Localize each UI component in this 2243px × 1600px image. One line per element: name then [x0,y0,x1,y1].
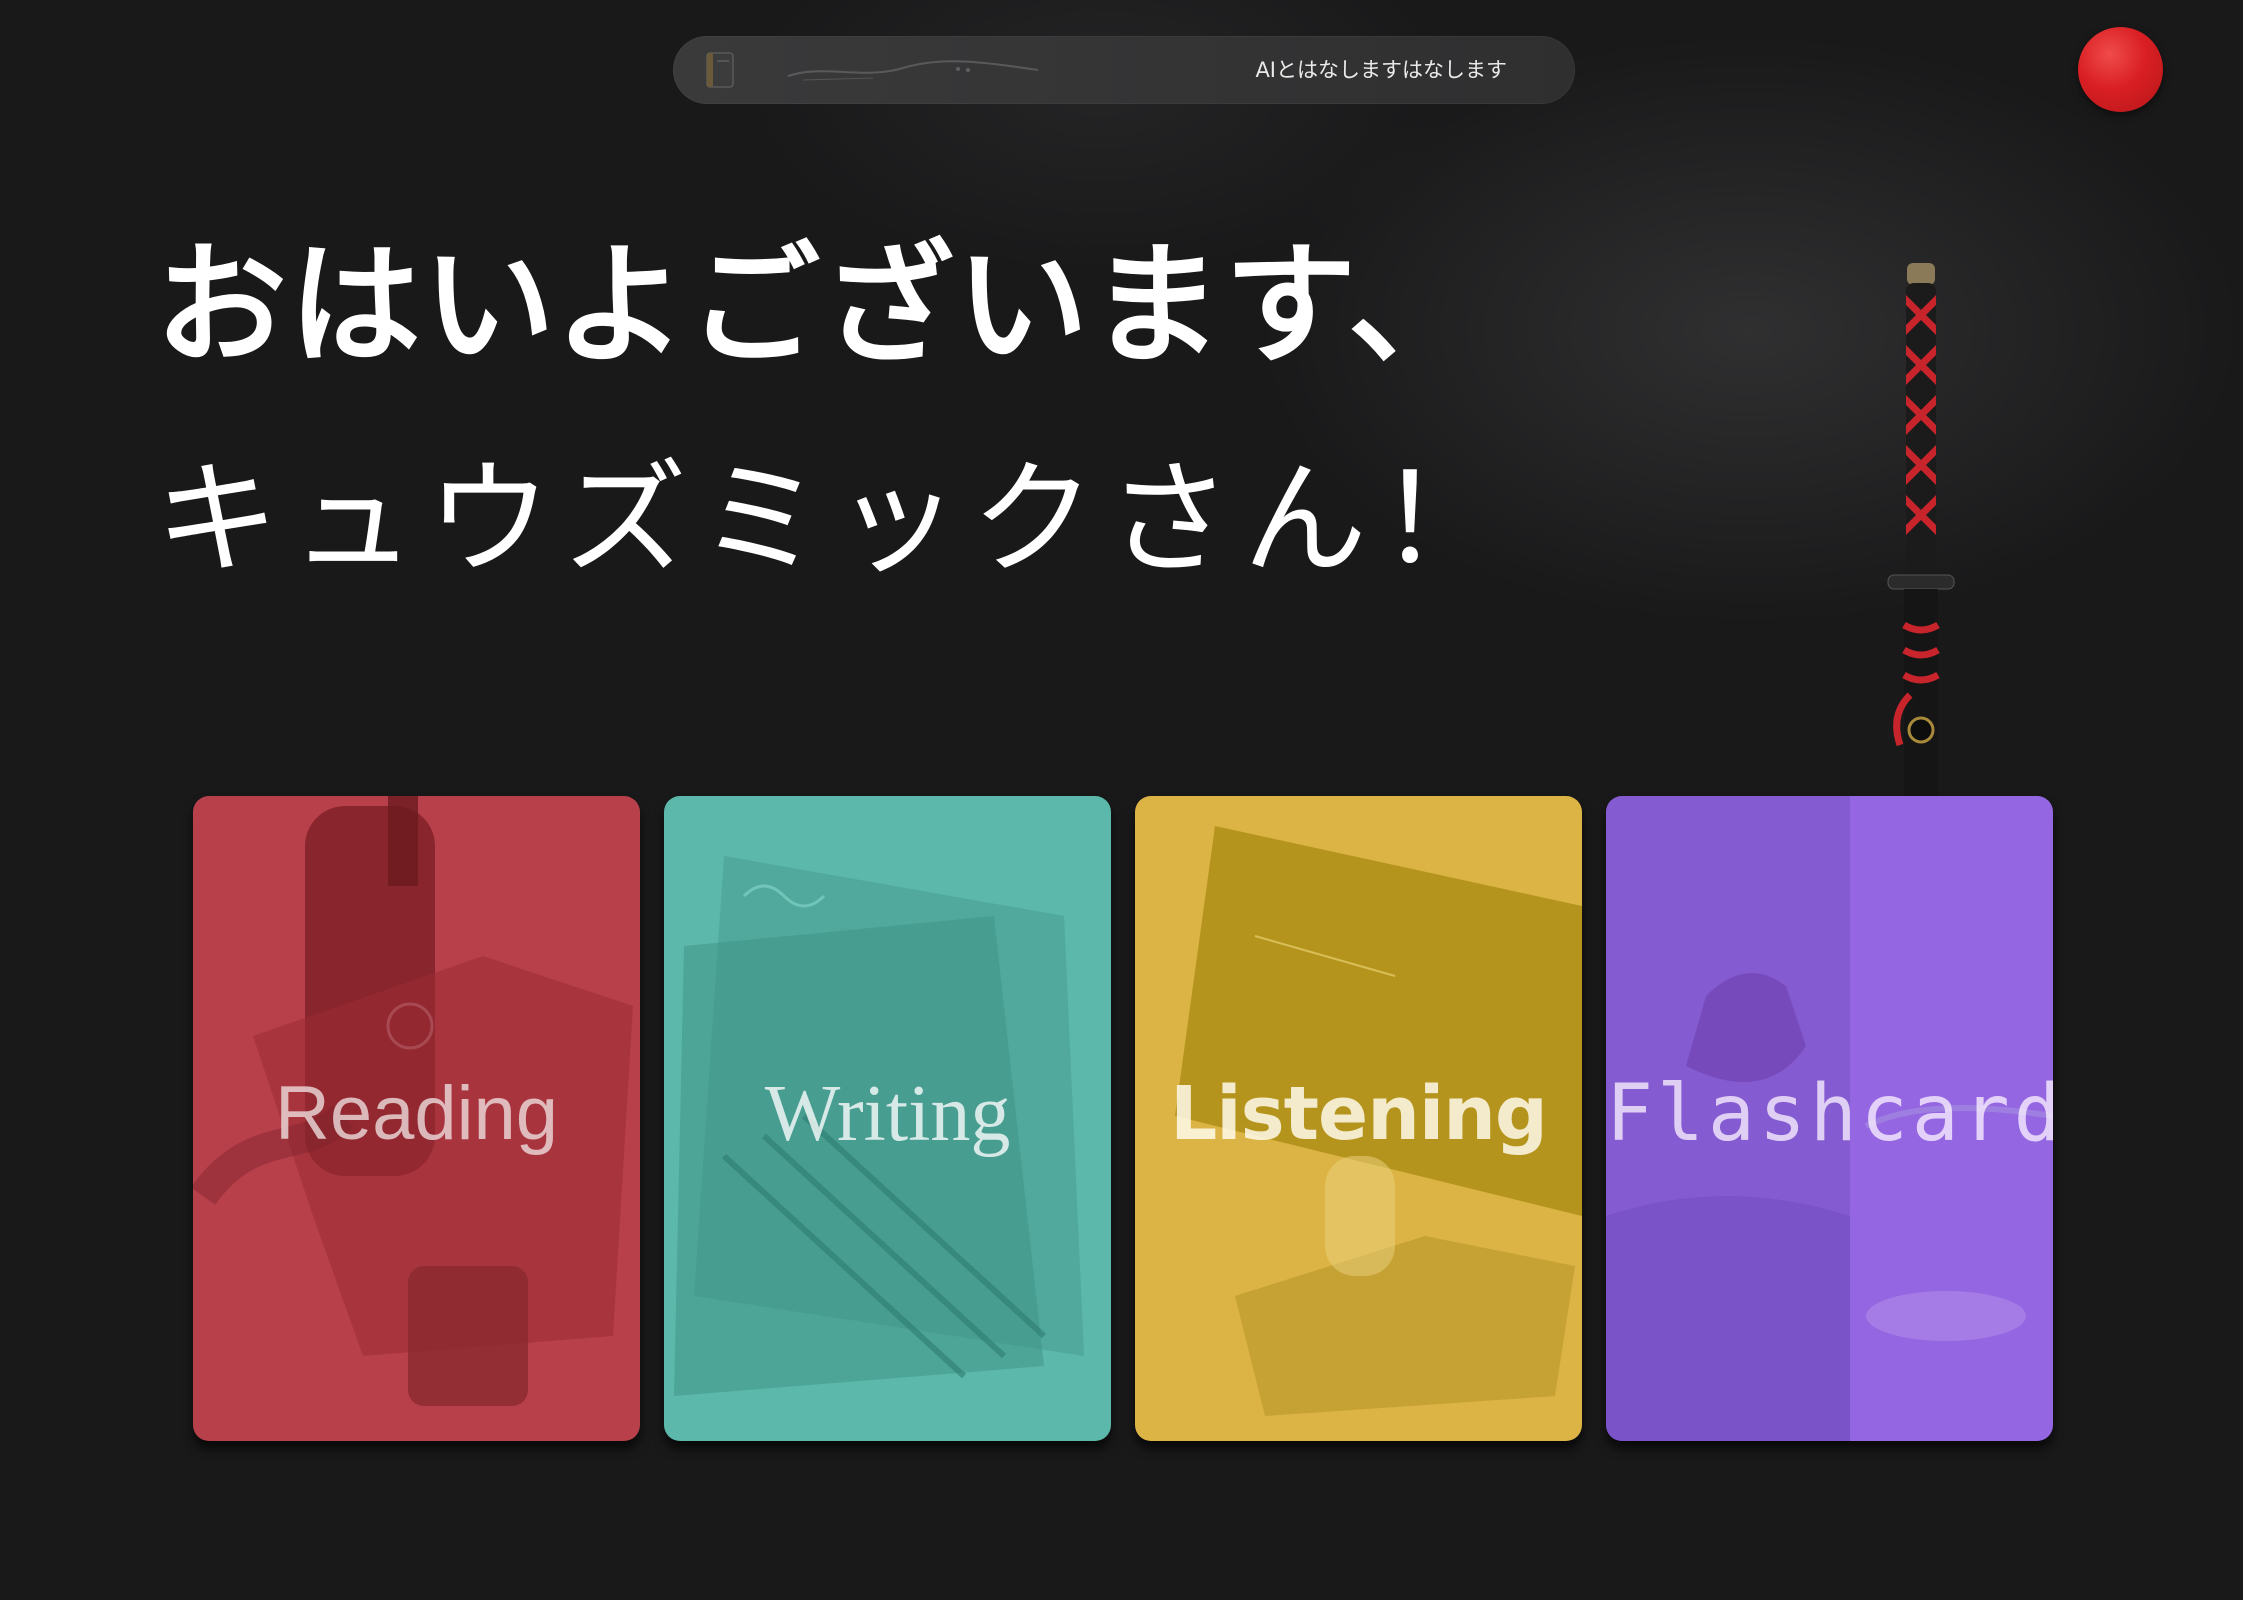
mode-cards: Reading Writing Listening Flashcard [193,796,2053,1441]
card-label-writing: Writing [764,1070,1011,1158]
card-reading[interactable]: Reading [193,796,640,1441]
card-label-reading: Reading [274,1071,559,1156]
card-flashcards[interactable]: Flashcards [1606,796,2053,1441]
greeting-line-2: キュウズミックさん！ [155,448,1516,592]
greeting-line-1: おはいよございます、 [155,229,1482,383]
card-label-flashcards: Flashcards [1606,1069,2053,1159]
ai-chat-prompt: AIとはなしますはなします [1255,58,1507,82]
avatar[interactable] [2078,27,2163,112]
katana-image [1887,263,1955,800]
card-label-listening: Listening [1170,1071,1548,1157]
card-writing[interactable]: Writing [664,796,1111,1441]
ai-chat-bar[interactable]: AIとはなしますはなします [673,36,1575,104]
book-icon [706,52,734,88]
decorative-scribble [787,60,1039,81]
card-listening[interactable]: Listening [1135,796,1582,1441]
